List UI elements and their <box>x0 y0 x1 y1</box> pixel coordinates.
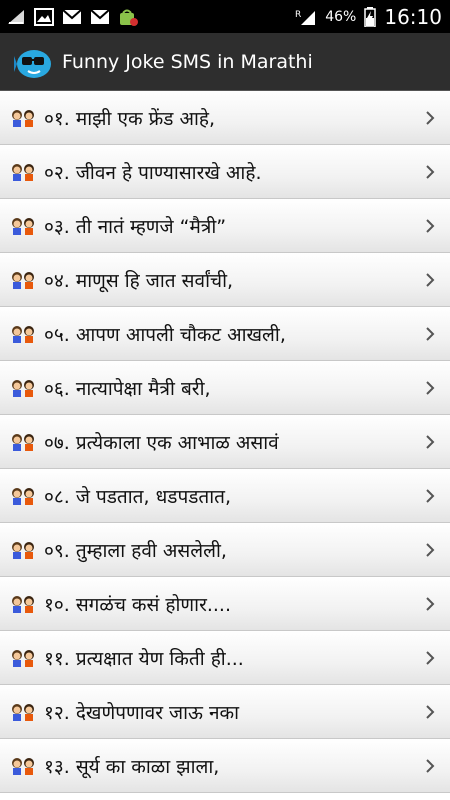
list-item[interactable]: ०१. माझी एक फ्रेंड आहे, <box>0 91 450 145</box>
chevron-right-icon <box>426 758 435 773</box>
two-kids-icon <box>12 595 34 613</box>
app-title: Funny Joke SMS in Marathi <box>62 50 313 73</box>
list-item[interactable]: ०८. जे पडतात, धडपडतात, <box>0 469 450 523</box>
two-kids-icon <box>12 649 34 667</box>
two-kids-icon <box>12 703 34 721</box>
chevron-right-icon <box>426 650 435 665</box>
chevron-right-icon <box>426 596 435 611</box>
list-item[interactable]: १०. सगळंच कसं होणार.... <box>0 577 450 631</box>
chevron-right-icon <box>426 110 435 125</box>
two-kids-icon <box>12 109 34 127</box>
two-kids-icon <box>12 433 34 451</box>
chevron-right-icon <box>426 164 435 179</box>
gmail-icon <box>90 8 110 24</box>
list-item[interactable]: ०२. जीवन हे पाण्यासारखे आहे. <box>0 145 450 199</box>
gallery-icon <box>34 7 54 26</box>
svg-text:R: R <box>295 10 301 20</box>
fish-with-glasses-icon[interactable] <box>14 42 54 82</box>
two-kids-icon <box>12 163 34 181</box>
list-item-label: ०५. आपण आपली चौकट आखली, <box>44 323 286 346</box>
list-item[interactable]: ०५. आपण आपली चौकट आखली, <box>0 307 450 361</box>
two-kids-icon <box>12 757 34 775</box>
list-item[interactable]: ०४. माणूस हि जात सर्वांची, <box>0 253 450 307</box>
two-kids-icon <box>12 541 34 559</box>
list-item[interactable]: ०६. नात्यापेक्षा मैत्री बरी, <box>0 361 450 415</box>
two-kids-icon <box>12 379 34 397</box>
list-item-label: १२. देखणेपणावर जाऊ नका <box>44 701 240 724</box>
list-item[interactable]: ११. प्रत्यक्षात येण किती ही... <box>0 631 450 685</box>
chevron-right-icon <box>426 272 435 287</box>
two-kids-icon <box>12 217 34 235</box>
notification-icons <box>6 7 138 26</box>
list-item-label: ०७. प्रत्येकाला एक आभाळ असावं <box>44 431 279 454</box>
list-item-label: ०२. जीवन हे पाण्यासारखे आहे. <box>44 161 262 184</box>
list-item[interactable]: १२. देखणेपणावर जाऊ नका <box>0 685 450 739</box>
chevron-right-icon <box>426 326 435 341</box>
android-store-icon <box>120 9 138 26</box>
clock: 16:10 <box>384 4 442 29</box>
two-kids-icon <box>12 271 34 289</box>
chevron-right-icon <box>426 218 435 233</box>
list-item[interactable]: ०७. प्रत्येकाला एक आभाळ असावं <box>0 415 450 469</box>
gmail-icon <box>62 8 82 24</box>
chevron-right-icon <box>426 704 435 719</box>
list-item[interactable]: ०९. तुम्हाला हवी असलेली, <box>0 523 450 577</box>
battery-icon <box>364 6 377 27</box>
list-item-label: ०८. जे पडतात, धडपडतात, <box>44 485 232 508</box>
status-bar: R 46% 16:10 <box>0 0 450 33</box>
charging-icon <box>8 9 24 24</box>
two-kids-icon <box>12 487 34 505</box>
battery-percent: 46% <box>325 8 357 25</box>
chevron-right-icon <box>426 380 435 395</box>
list-item-label: ०९. तुम्हाला हवी असलेली, <box>44 539 227 562</box>
list-item-label: १०. सगळंच कसं होणार.... <box>44 593 231 616</box>
list-item[interactable]: १३. सूर्य का काळा झाला, <box>0 739 450 793</box>
list-item[interactable]: ०३. ती नातं म्हणजे “मैत्री” <box>0 199 450 253</box>
list-item-label: ०१. माझी एक फ्रेंड आहे, <box>44 107 215 130</box>
list-item-label: ११. प्रत्यक्षात येण किती ही... <box>44 647 244 670</box>
list-item-label: १३. सूर्य का काळा झाला, <box>44 755 220 778</box>
action-bar: Funny Joke SMS in Marathi <box>0 33 450 91</box>
status-icons: R 46% 16:10 <box>295 5 442 29</box>
chevron-right-icon <box>426 542 435 557</box>
signal-icon: R <box>295 10 316 25</box>
list-item-label: ०६. नात्यापेक्षा मैत्री बरी, <box>44 377 211 400</box>
list-item-label: ०४. माणूस हि जात सर्वांची, <box>44 269 234 292</box>
joke-list: ०१. माझी एक फ्रेंड आहे, ०२. जीवन हे पाण्य… <box>0 91 450 800</box>
two-kids-icon <box>12 325 34 343</box>
chevron-right-icon <box>426 434 435 449</box>
chevron-right-icon <box>426 488 435 503</box>
list-item-label: ०३. ती नातं म्हणजे “मैत्री” <box>44 215 227 238</box>
